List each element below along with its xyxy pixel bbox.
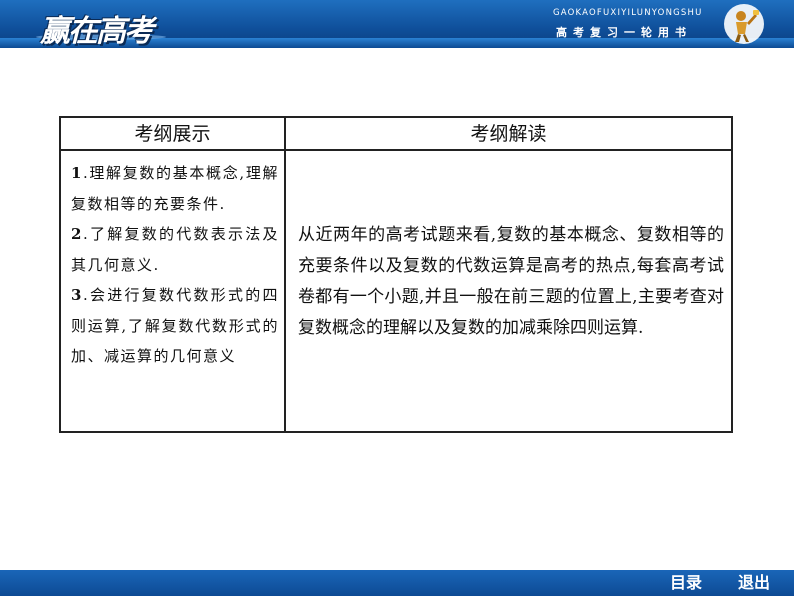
syllabus-list: 1.理解复数的基本概念,理解复数相等的充要条件. 2.了解复数的代数表示法及其几…: [71, 158, 279, 372]
footer-bar: 目录 退出: [0, 570, 794, 596]
table-of-contents-button[interactable]: 目录: [670, 571, 702, 595]
interpretation-text: 从近两年的高考试题来看,复数的基本概念、复数相等的充要条件以及复数的代数运算是高…: [298, 225, 724, 338]
item-text: .了解复数的代数表示法及其几何意义.: [71, 225, 279, 274]
syllabus-item: 2.了解复数的代数表示法及其几何意义.: [71, 219, 279, 280]
item-number: 1: [71, 164, 83, 182]
header-divider: [61, 149, 731, 151]
trophy-mascot-icon: [724, 4, 764, 44]
column-divider: [284, 118, 286, 431]
syllabus-item: 3.会进行复数代数形式的四则运算,了解复数代数形式的加、减运算的几何意义: [71, 280, 279, 372]
brand-title: 高考复习一轮用书: [556, 26, 692, 39]
header-syllabus-display: 考纲展示: [134, 123, 211, 145]
header-syllabus-interpretation: 考纲解读: [470, 123, 547, 145]
syllabus-item: 1.理解复数的基本概念,理解复数相等的充要条件.: [71, 158, 279, 219]
item-text: .理解复数的基本概念,理解复数相等的充要条件.: [71, 164, 279, 213]
item-number: 3: [71, 286, 83, 304]
exit-button[interactable]: 退出: [738, 571, 770, 595]
brand-pinyin: GAOKAOFUXIYILUNYONGSHU: [553, 8, 703, 18]
logo: 赢在高考: [40, 14, 154, 49]
syllabus-table: 考纲展示 考纲解读 1.理解复数的基本概念,理解复数相等的充要条件. 2.了解复…: [59, 116, 733, 433]
item-number: 2: [71, 225, 83, 243]
item-text: .会进行复数代数形式的四则运算,了解复数代数形式的加、减运算的几何意义: [71, 286, 279, 365]
header-banner: 赢在高考 GAOKAOFUXIYILUNYONGSHU 高考复习一轮用书: [0, 0, 794, 49]
